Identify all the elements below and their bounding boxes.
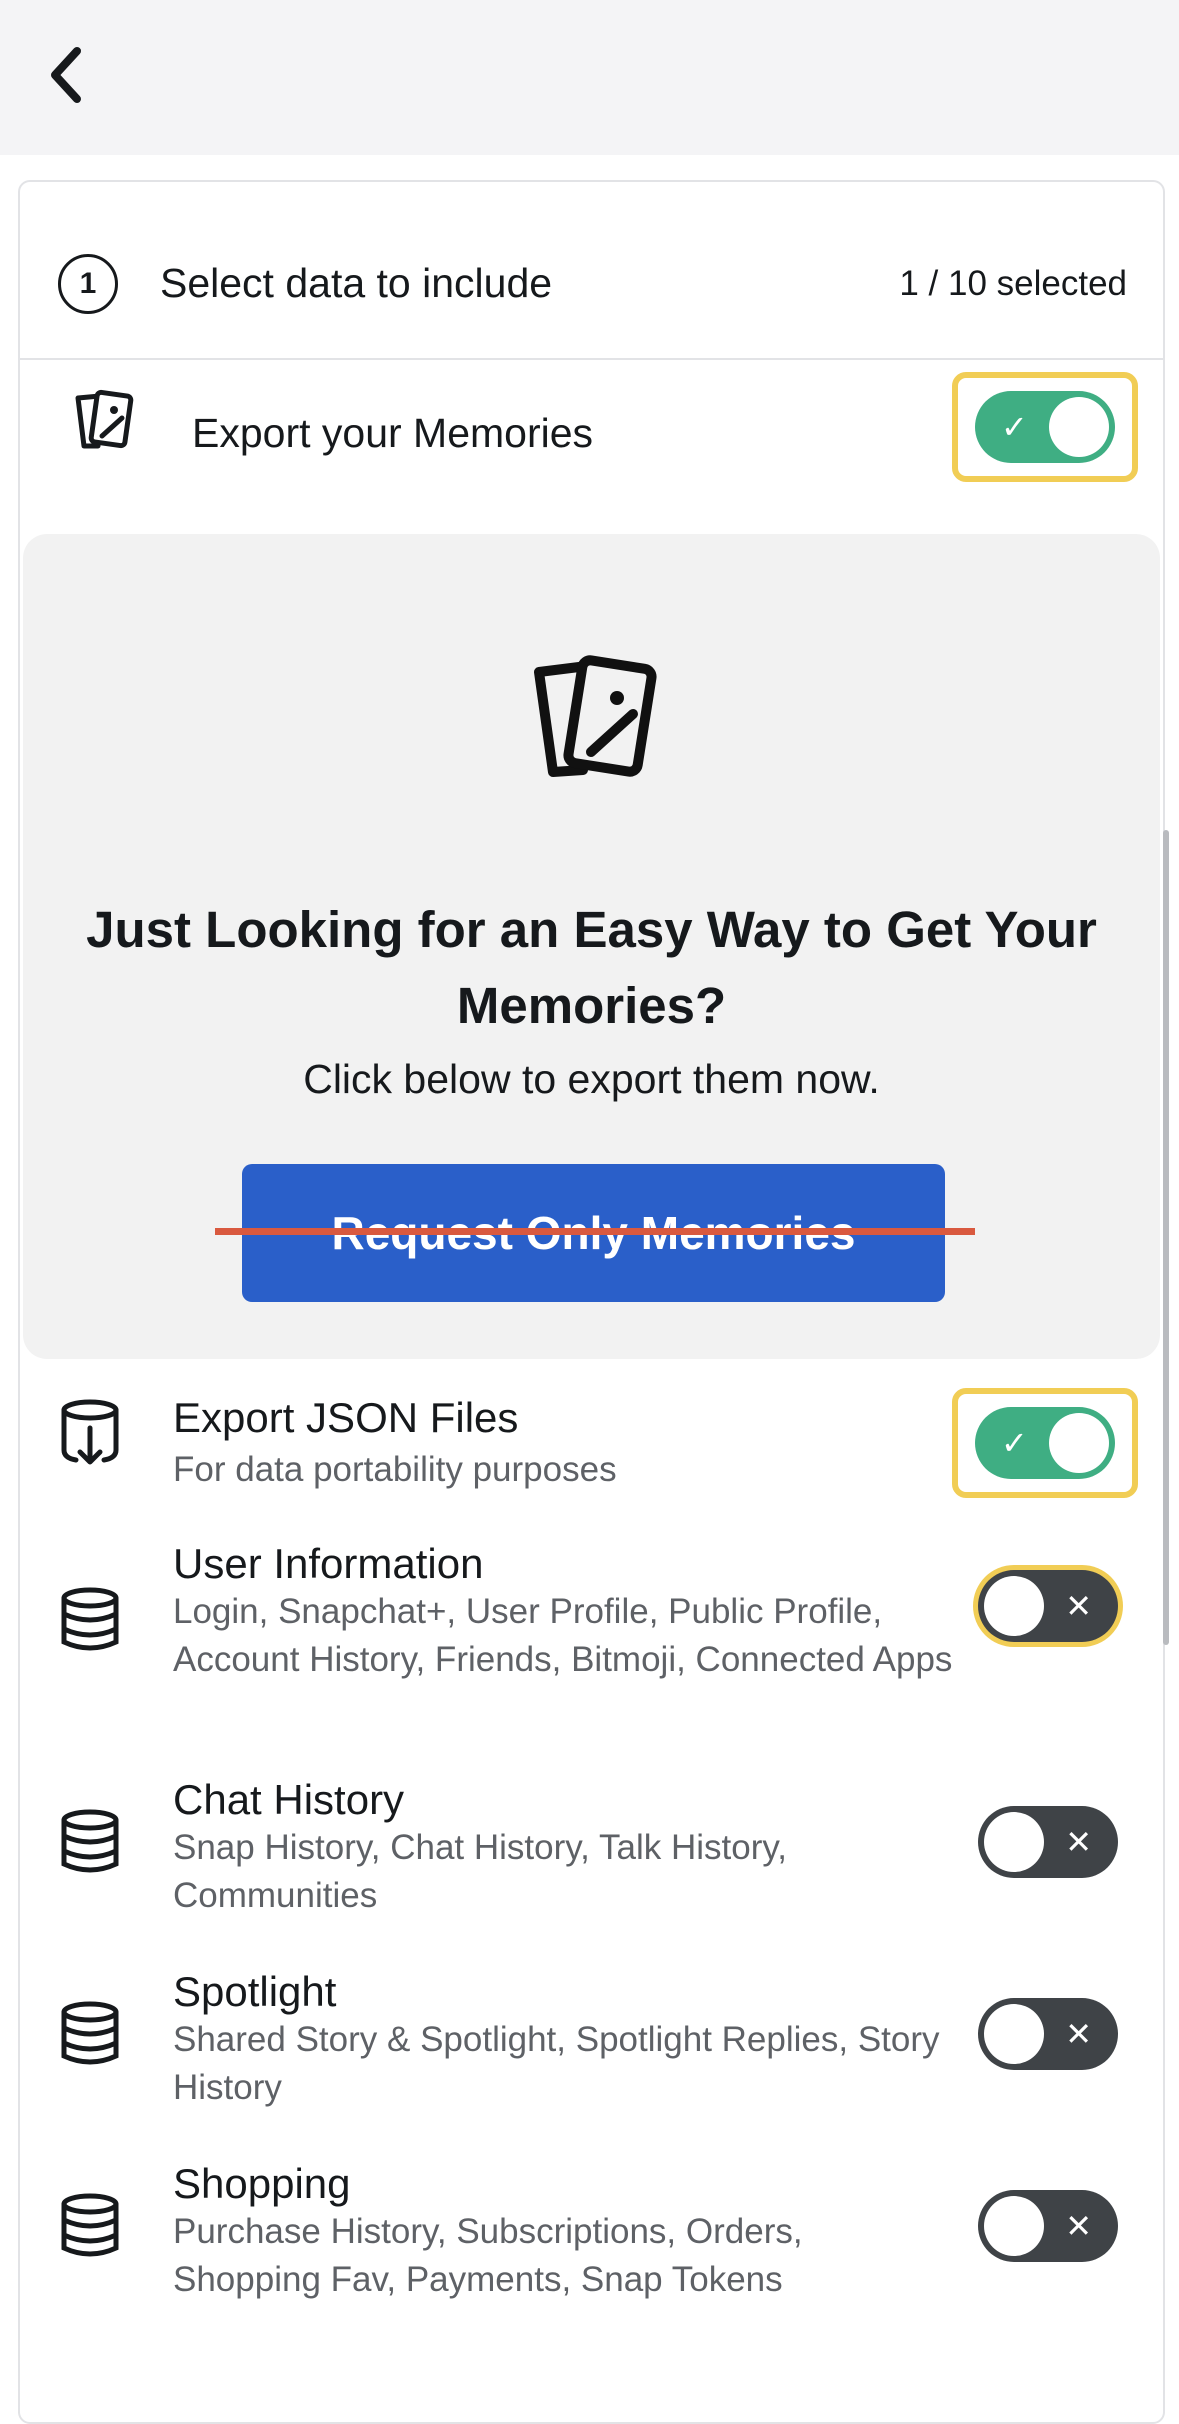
selected-count: 1 / 10 selected xyxy=(899,264,1127,303)
list-item: Spotlight Shared Story & Spotlight, Spot… xyxy=(20,1956,1163,2126)
close-icon: ✕ xyxy=(1065,2208,1092,2244)
row-title: Chat History xyxy=(173,1776,405,1823)
json-export-icon xyxy=(61,1399,119,1465)
row-title: Shopping xyxy=(173,2160,351,2207)
section-title: Select data to include xyxy=(160,260,553,306)
row-description: For data portability purposes xyxy=(173,1450,617,1489)
back-button[interactable] xyxy=(30,35,100,115)
chat-history-toggle[interactable]: ✕ xyxy=(978,1806,1118,1878)
promo-subtitle: Click below to export them now. xyxy=(303,1056,880,1102)
row-title: User Information xyxy=(173,1540,484,1587)
data-selection-card: 1 Select data to include 1 / 10 selected… xyxy=(18,180,1165,2424)
row-description: Purchase History, Subscriptions, Orders,… xyxy=(173,2212,803,2299)
row-description: Snap History, Chat History, Talk History… xyxy=(173,1828,787,1915)
promo-title: Just Looking for an Easy Way to Get Your… xyxy=(86,901,1097,1034)
export-json-toggle[interactable]: ✓ xyxy=(975,1407,1115,1479)
toggle-knob xyxy=(1049,1413,1109,1473)
row-description: Login, Snapchat+, User Profile, Public P… xyxy=(173,1592,953,1679)
strikethrough-annotation xyxy=(215,1228,975,1235)
step-number-badge: 1 xyxy=(58,254,118,314)
database-icon xyxy=(61,2193,119,2257)
row-title: Export JSON Files xyxy=(173,1394,519,1441)
highlight-box: ✓ xyxy=(952,372,1138,482)
top-bar xyxy=(0,0,1179,155)
database-icon xyxy=(61,2001,119,2065)
scrollbar[interactable] xyxy=(1163,830,1169,1645)
check-icon: ✓ xyxy=(1001,1425,1028,1461)
user-information-toggle[interactable]: ✕ xyxy=(978,1570,1118,1642)
check-icon: ✓ xyxy=(1001,409,1028,445)
toggle-knob xyxy=(984,1812,1044,1872)
export-memories-toggle[interactable]: ✓ xyxy=(975,391,1115,463)
export-memories-label: Export your Memories xyxy=(192,410,594,456)
list-item: User Information Login, Snapchat+, User … xyxy=(20,1526,1163,1736)
spotlight-toggle[interactable]: ✕ xyxy=(978,1998,1118,2070)
database-icon xyxy=(61,1809,119,1873)
toggle-knob xyxy=(1049,397,1109,457)
shopping-toggle[interactable]: ✕ xyxy=(978,2190,1118,2262)
highlight-box: ✓ xyxy=(952,1388,1138,1498)
memories-icon xyxy=(534,655,657,777)
list-item: Shopping Purchase History, Subscriptions… xyxy=(20,2148,1163,2318)
close-icon: ✕ xyxy=(1065,1588,1092,1624)
toggle-knob xyxy=(984,1576,1044,1636)
row-description: Shared Story & Spotlight, Spotlight Repl… xyxy=(173,2020,940,2107)
toggle-knob xyxy=(984,2196,1044,2256)
database-icon xyxy=(61,1587,119,1651)
memories-icon xyxy=(75,389,134,449)
toggle-knob xyxy=(984,2004,1044,2064)
export-memories-row: Export your Memories ✓ xyxy=(20,360,1163,500)
chevron-left-icon xyxy=(51,47,81,103)
list-item: Chat History Snap History, Chat History,… xyxy=(20,1764,1163,1934)
close-icon: ✕ xyxy=(1065,1824,1092,1860)
section-header: 1 Select data to include 1 / 10 selected xyxy=(20,182,1163,360)
list-item: Export JSON Files For data portability p… xyxy=(20,1382,1163,1522)
close-icon: ✕ xyxy=(1065,2016,1092,2052)
row-title: Spotlight xyxy=(173,1968,337,2015)
memories-promo-panel: Just Looking for an Easy Way to Get Your… xyxy=(23,534,1160,1359)
